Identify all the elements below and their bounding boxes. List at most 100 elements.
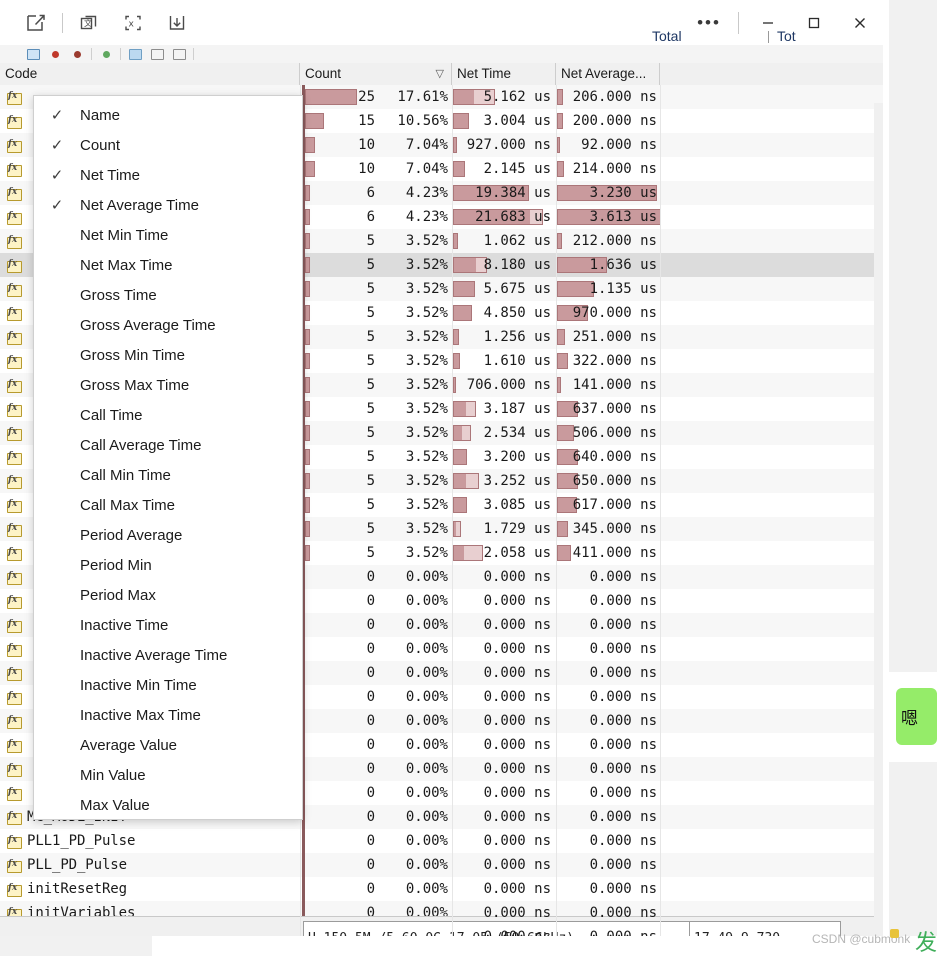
menu-item-label: Net Time [80,166,141,184]
cell-count-percent: 4.23% [405,185,448,201]
menu-item-period-max[interactable]: Period Max [34,580,302,610]
cell-net-average: 637.000 ns [556,397,660,421]
menu-item-net-average-time[interactable]: ✓ Net Average Time [34,190,302,220]
ocr-extract-icon[interactable]: x [111,1,155,45]
cell-net-time-text: 5.675 us [483,281,551,297]
toolbar-dark-red-marker-icon[interactable] [66,46,88,62]
toolbar-toggle-button[interactable] [22,46,44,62]
cell-net-average-text: 1.636 us [589,257,657,273]
menu-item-call-min-time[interactable]: Call Min Time [34,460,302,490]
column-header-net-time-label: Net Time [457,66,512,81]
menu-item-call-max-time[interactable]: Call Max Time [34,490,302,520]
cell-count-percent: 3.52% [405,545,448,561]
cell-count: 5 [366,281,375,297]
menu-item-name[interactable]: ✓ Name [34,100,302,130]
cell-net-average: 345.000 ns [556,517,660,541]
toolbar-green-marker-icon[interactable] [95,46,117,62]
cell-net-average: 0.000 ns [556,637,660,661]
cell-net-average: 650.000 ns [556,469,660,493]
cell-net-time: 0.000 ns [452,829,554,853]
cell-net-time: 19.384 us [452,181,554,205]
cell-net-average: 214.000 ns [556,157,660,181]
table-row[interactable]: fx PLL_PD_Pulse 0 0.00% 0.000 ns 0.000 ns [0,853,883,877]
toolbar-red-marker-icon[interactable] [44,46,66,62]
menu-item-gross-time[interactable]: Gross Time [34,280,302,310]
cell-count: 0 [366,569,375,585]
menu-item-period-average[interactable]: Period Average [34,520,302,550]
cell-net-average-text: 0.000 ns [589,641,657,657]
function-name-label: PLL1_PD_Pulse [27,833,136,849]
menu-item-label: Name [80,106,121,124]
column-header-count[interactable]: Count ▽ [300,63,452,85]
cell-count: 0 [366,857,375,873]
menu-item-label: Inactive Time [80,616,169,634]
function-fx-icon: fx [6,451,22,465]
cell-net-average: 0.000 ns [556,661,660,685]
menu-item-call-average-time[interactable]: Call Average Time [34,430,302,460]
column-header-net-average[interactable]: Net Average... [556,63,660,85]
cell-count-percent: 10.56% [397,113,448,129]
menu-item-gross-average-time[interactable]: Gross Average Time [34,310,302,340]
cell-count-percent: 4.23% [405,209,448,225]
cell-count-percent: 3.52% [405,305,448,321]
cell-count: 0 [366,665,375,681]
toolbar-grey-panel-icon-2[interactable] [168,46,190,62]
cell-count-percent: 0.00% [405,569,448,585]
edit-icon[interactable] [14,1,58,45]
cell-net-average-text: 206.000 ns [572,89,657,105]
vertical-scrollbar[interactable] [874,103,883,934]
menu-item-period-min[interactable]: Period Min [34,550,302,580]
chat-bubble[interactable]: 嗯 [896,688,937,745]
cell-net-time: 5.675 us [452,277,554,301]
cell-net-time: 927.000 ns [452,133,554,157]
column-chooser-context-menu[interactable]: ✓ Name ✓ Count ✓ Net Time ✓ Net Average Time Net… [33,95,303,820]
cell-net-time: 0.000 ns [452,733,554,757]
table-row[interactable]: fx PLL1_PD_Pulse 0 0.00% 0.000 ns 0.000 ns [0,829,883,853]
menu-item-net-max-time[interactable]: Net Max Time [34,250,302,280]
cell-net-time: 1.610 us [452,349,554,373]
menu-item-count[interactable]: ✓ Count [34,130,302,160]
cell-net-time-text: 927.000 ns [466,137,551,153]
function-fx-icon: fx [6,739,22,753]
menu-item-gross-max-time[interactable]: Gross Max Time [34,370,302,400]
menu-item-net-min-time[interactable]: Net Min Time [34,220,302,250]
column-header-code[interactable]: Code [0,63,300,85]
translate-copy-icon[interactable]: 文 [67,1,111,45]
cell-net-average: 970.000 ns [556,301,660,325]
cell-net-time-text: 0.000 ns [483,737,551,753]
cell-net-average: 3.230 us [556,181,660,205]
menu-item-inactive-min-time[interactable]: Inactive Min Time [34,670,302,700]
cell-net-time-text: 0.000 ns [483,881,551,897]
menu-item-min-value[interactable]: Min Value [34,760,302,790]
cell-net-average: 0.000 ns [556,757,660,781]
cell-name: fx initResetReg [0,877,300,901]
save-download-icon[interactable] [155,1,199,45]
menu-item-inactive-average-time[interactable]: Inactive Average Time [34,640,302,670]
cell-count-percent: 0.00% [405,617,448,633]
column-header-net-time[interactable]: Net Time [452,63,556,85]
menu-item-gross-min-time[interactable]: Gross Min Time [34,340,302,370]
function-fx-icon: fx [6,619,22,633]
more-options-label: ••• [697,12,721,32]
menu-item-net-time[interactable]: ✓ Net Time [34,160,302,190]
cell-net-average-text: 200.000 ns [572,113,657,129]
cell-name: fx PLL_PD_Pulse [0,853,300,877]
table-row[interactable]: fx initResetReg 0 0.00% 0.000 ns 0.000 ns [0,877,883,901]
menu-item-average-value[interactable]: Average Value [34,730,302,760]
page-bottom-shade [0,936,152,956]
cell-count-percent: 3.52% [405,449,448,465]
menu-item-call-time[interactable]: Call Time [34,400,302,430]
cell-net-average-text: 970.000 ns [572,305,657,321]
cell-count-percent: 0.00% [405,809,448,825]
toolbar-blue-panel-icon[interactable] [124,46,146,62]
menu-item-inactive-max-time[interactable]: Inactive Max Time [34,700,302,730]
menu-item-max-value[interactable]: Max Value [34,790,302,820]
cell-net-average: 0.000 ns [556,589,660,613]
cell-count: 5 [366,257,375,273]
toolbar-grey-panel-icon-1[interactable] [146,46,168,62]
cell-count: 5 [366,521,375,537]
cell-net-time: 0.000 ns [452,661,554,685]
cell-net-time-text: 706.000 ns [466,377,551,393]
menu-item-inactive-time[interactable]: Inactive Time [34,610,302,640]
cell-net-average-text: 212.000 ns [572,233,657,249]
